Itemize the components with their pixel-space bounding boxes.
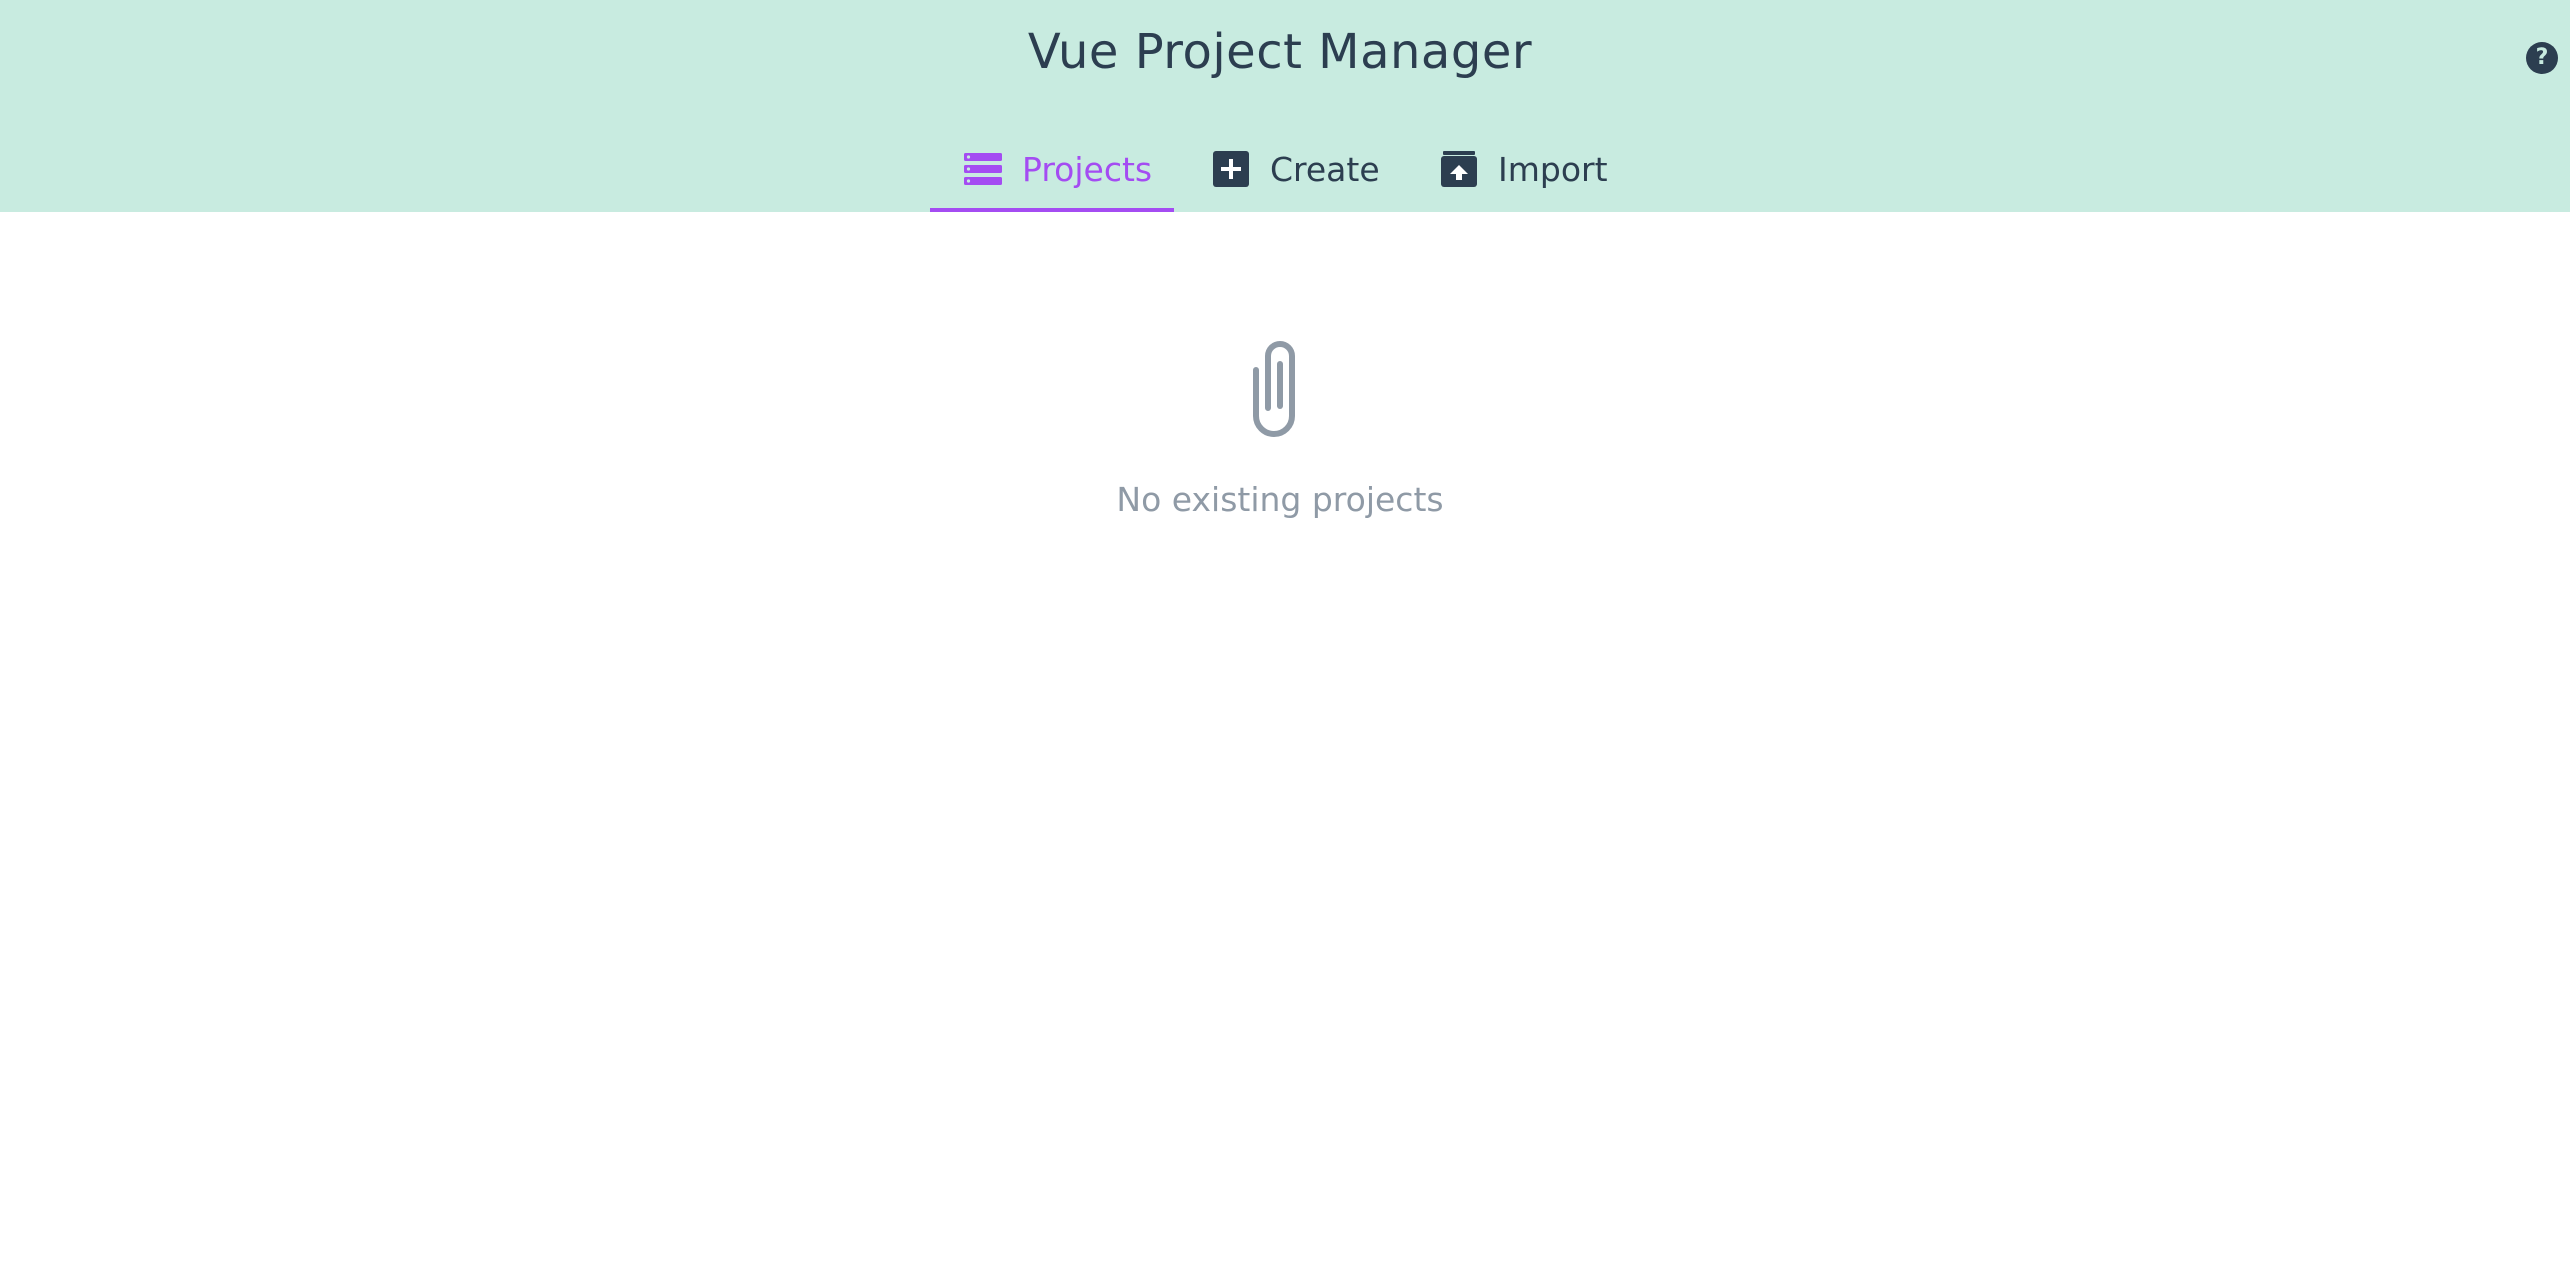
paperclip-icon bbox=[1253, 341, 1295, 437]
app-header: Vue Project Manager ? Projects Create Im… bbox=[0, 0, 2570, 212]
tab-projects[interactable]: Projects bbox=[930, 136, 1174, 212]
tab-import-label: Import bbox=[1498, 150, 1608, 189]
tab-projects-label: Projects bbox=[1022, 150, 1153, 189]
tab-create[interactable]: Create bbox=[1194, 136, 1402, 212]
empty-state-message: No existing projects bbox=[1116, 480, 1444, 519]
tab-import[interactable]: Import bbox=[1420, 136, 1620, 212]
help-icon: ? bbox=[2535, 45, 2549, 70]
help-button[interactable]: ? bbox=[2526, 42, 2558, 74]
app-title: Vue Project Manager bbox=[1027, 24, 1533, 80]
list-icon bbox=[964, 153, 1002, 185]
empty-state: No existing projects bbox=[0, 338, 2560, 519]
plus-square-icon bbox=[1213, 151, 1249, 187]
tab-create-label: Create bbox=[1270, 150, 1380, 189]
archive-upload-icon bbox=[1441, 151, 1477, 187]
